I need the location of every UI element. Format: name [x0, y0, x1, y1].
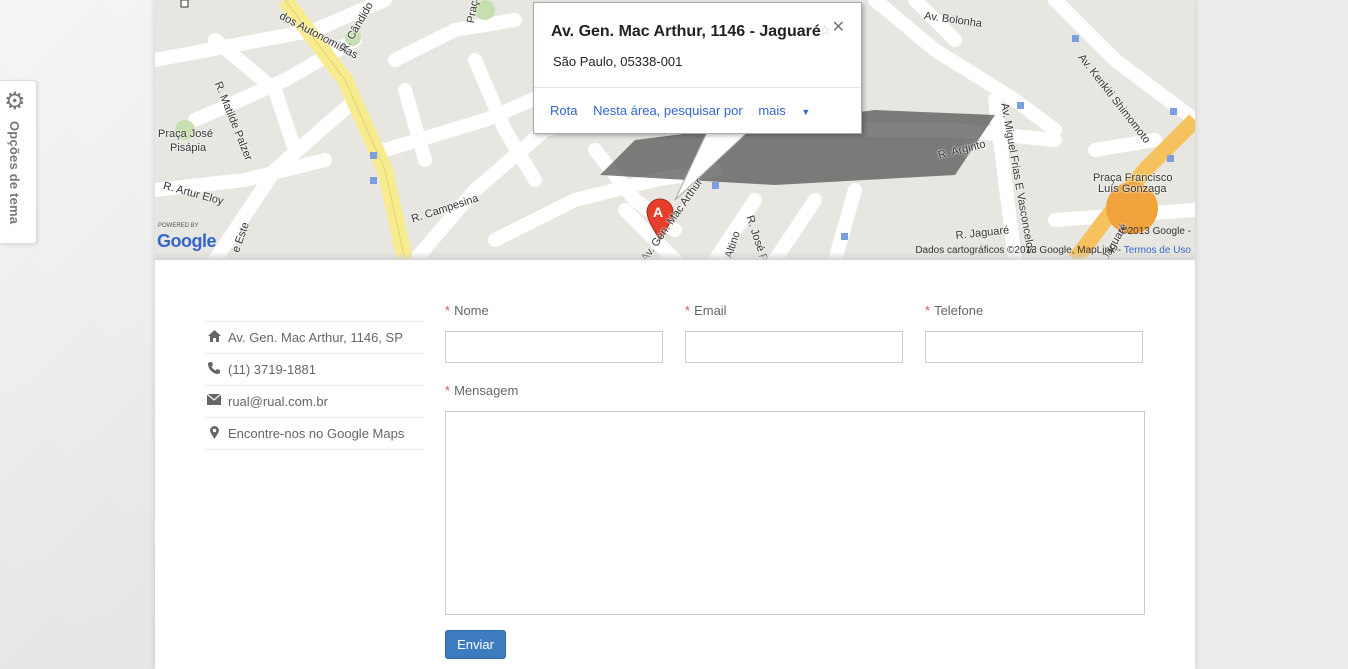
contact-address-text: Av. Gen. Mac Arthur, 1146, SP	[228, 330, 403, 345]
map-marker-icon	[207, 426, 221, 440]
name-input[interactable]	[445, 331, 663, 363]
message-textarea[interactable]	[445, 411, 1145, 615]
contact-address: Av. Gen. Mac Arthur, 1146, SP	[205, 321, 424, 353]
info-window-address: São Paulo, 05338-001	[553, 54, 683, 69]
gear-icon: ⚙	[4, 88, 26, 115]
envelope-icon	[206, 393, 222, 408]
name-label: * Nome	[445, 303, 489, 318]
star-icon[interactable]: ☆	[818, 22, 831, 39]
contact-email: rual@rual.com.br	[205, 385, 424, 417]
contact-maps: Encontre-nos no Google Maps	[205, 417, 424, 450]
google-powered-by: POWERED BY	[158, 223, 199, 229]
google-logo[interactable]: Google	[157, 231, 217, 252]
theme-options-tab[interactable]: ⚙ Opções de tema	[0, 80, 37, 244]
page-container: dos Autonomistas R. Cândido Praça Willi …	[155, 0, 1195, 669]
home-icon	[207, 330, 221, 344]
email-input[interactable]	[685, 331, 903, 363]
info-window-divider	[534, 87, 861, 88]
email-label: * Email	[685, 303, 727, 318]
info-window-actions: Rota Nesta área, pesquisar por mais ▼	[550, 103, 834, 118]
contact-email-link[interactable]: rual@rual.com.br	[228, 394, 328, 409]
map-bottom-fade	[155, 252, 1195, 260]
contact-info-list: Av. Gen. Mac Arthur, 1146, SP (11) 3719-…	[205, 321, 424, 450]
map-label-pisapia: Pisápia	[170, 142, 207, 154]
google-maps-link[interactable]: Encontre-nos no Google Maps	[228, 426, 404, 441]
map-label-praca-jose: Praça José	[158, 128, 214, 140]
phone-icon	[207, 362, 221, 376]
chevron-down-icon: ▼	[801, 107, 811, 117]
more-link[interactable]: mais ▼	[758, 103, 822, 118]
submit-button[interactable]: Enviar	[445, 630, 506, 659]
close-icon[interactable]: ✕	[832, 17, 845, 37]
map[interactable]: dos Autonomistas R. Cândido Praça Willi …	[155, 0, 1195, 260]
contact-phone: (11) 3719-1881	[205, 353, 424, 385]
map-marker-letter[interactable]: A	[653, 204, 663, 220]
route-link[interactable]: Rota	[550, 103, 577, 118]
map-info-window: Av. Gen. Mac Arthur, 1146 - Jaguaré ☆ ✕ …	[533, 2, 862, 134]
phone-input[interactable]	[925, 331, 1143, 363]
phone-label: * Telefone	[925, 303, 984, 318]
message-label: * Mensagem	[445, 383, 519, 398]
search-nearby-link[interactable]: Nesta área, pesquisar por	[593, 103, 743, 118]
map-label-luis-gonzaga: Luís Gonzaga	[1098, 183, 1167, 195]
info-window-title: Av. Gen. Mac Arthur, 1146 - Jaguaré	[551, 23, 821, 40]
contact-phone-text: (11) 3719-1881	[228, 362, 316, 377]
theme-options-label: Opções de tema	[7, 121, 22, 225]
map-copyright: ©2013 Google -	[1120, 226, 1191, 237]
